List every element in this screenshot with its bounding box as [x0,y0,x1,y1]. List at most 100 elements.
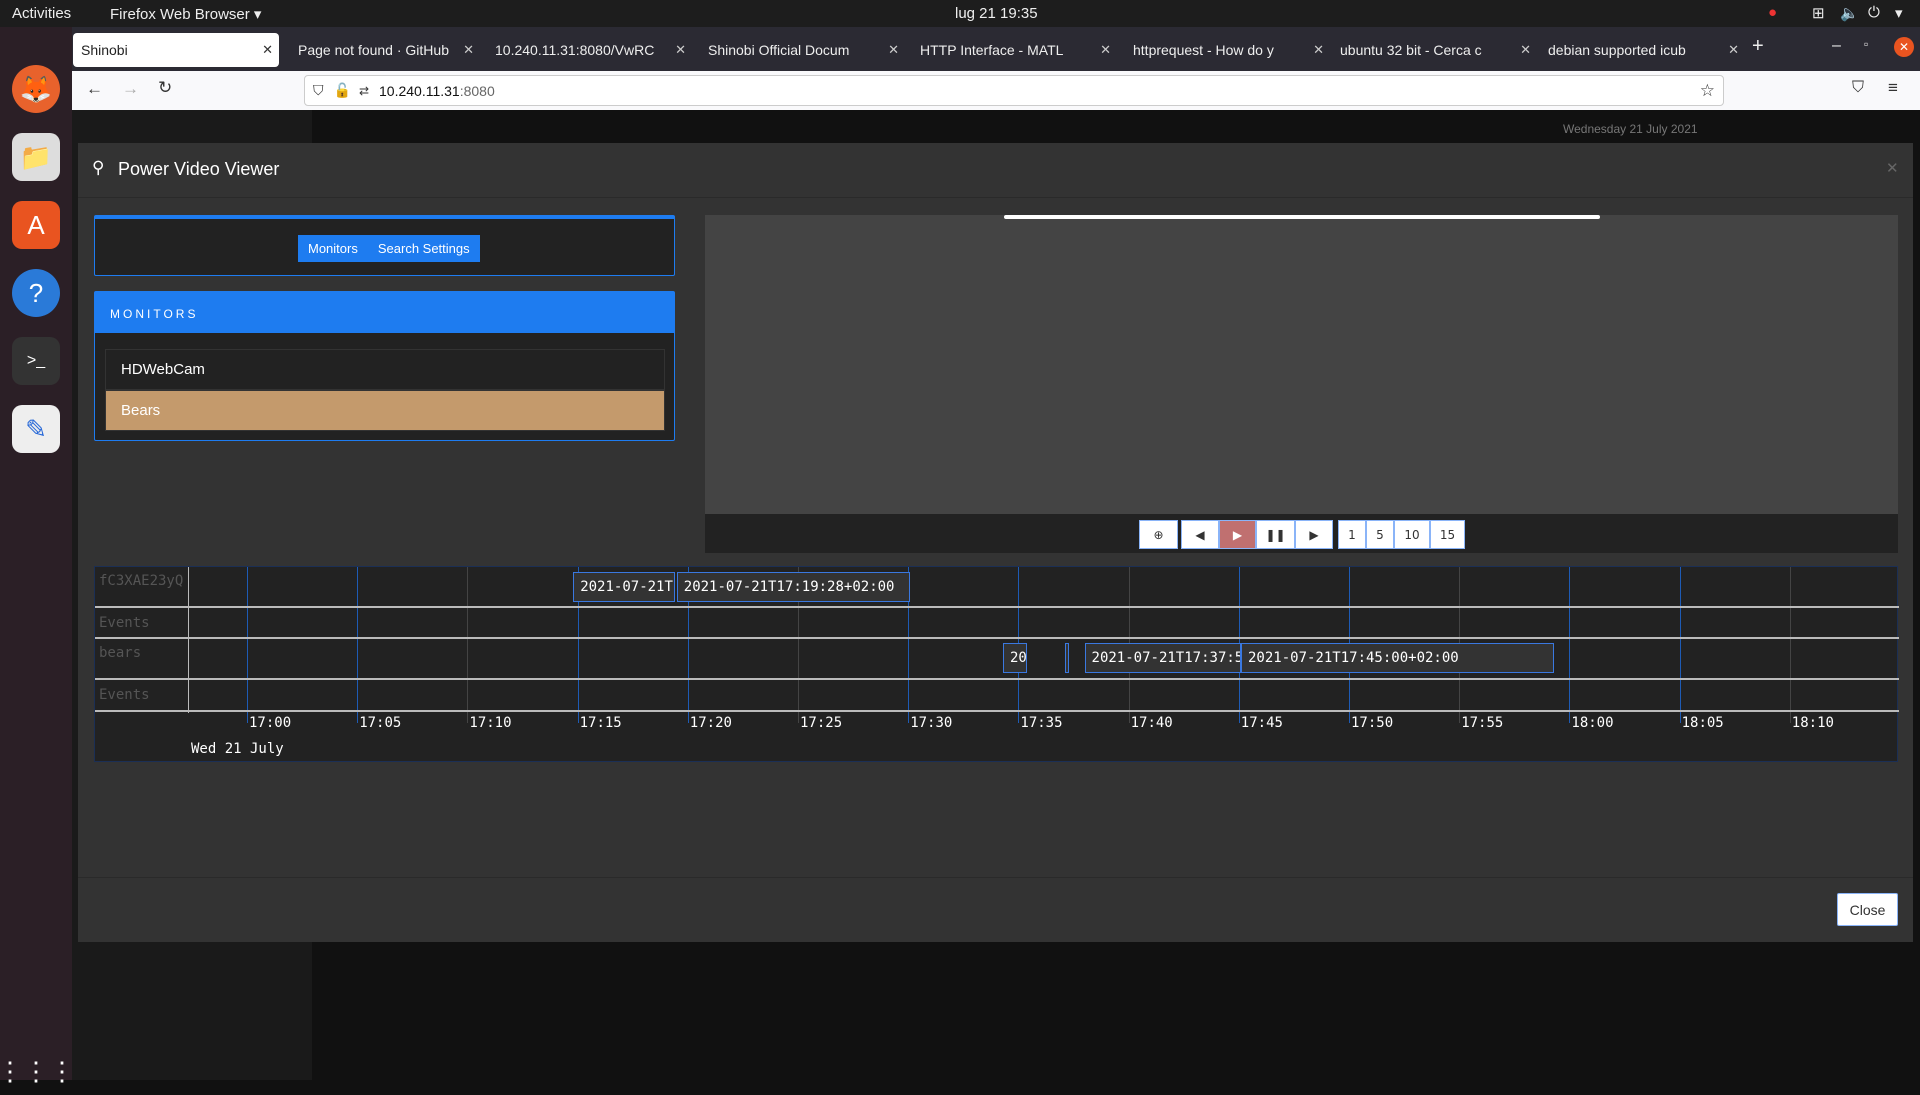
speed-5-button[interactable]: 5 [1366,520,1394,549]
tab-shinobi[interactable]: Shinobi ✕ [73,33,279,67]
view-switch-group: Monitors Search Settings [298,235,480,262]
speed-15-button[interactable]: 15 [1430,520,1465,549]
terminal-icon[interactable]: >_ [12,337,60,385]
monitors-button[interactable]: Monitors [298,235,368,262]
row-label: Events [99,615,150,631]
speed-1-button[interactable]: 1 [1338,520,1366,549]
circle-left-icon[interactable]: ◀ [1181,520,1219,549]
close-button[interactable]: Close [1837,893,1898,926]
tab-github[interactable]: Page not found · GitHub ✕ [290,33,480,67]
row-divider [95,637,1899,639]
tab-httprequest[interactable]: httprequest - How do y ✕ [1125,33,1330,67]
timeline[interactable]: 17:00 17:05 17:10 17:15 17:20 17:25 17:30 17:35… [94,566,1899,762]
grid-line [467,567,469,723]
recording-item[interactable]: 2021-07-21T17:45:00+02:00 [1241,643,1554,673]
row-label: Events [99,687,150,703]
tab-url[interactable]: 10.240.11.31:8080/VwRC ✕ [487,33,692,67]
maximize-icon[interactable]: ▫ [1864,37,1868,51]
url-bar[interactable]: ⛉ 🔓 ⇄ 10.240.11.31:8080 ☆ [304,75,1724,106]
close-tab-icon[interactable]: ✕ [1100,42,1111,58]
grid-line [1789,567,1791,723]
close-tab-icon[interactable]: ✕ [1520,42,1531,58]
forward-icon[interactable]: → [122,79,139,99]
grid-line [1569,567,1571,723]
tab-shinobi-docs[interactable]: Shinobi Official Docum ✕ [700,33,905,67]
monitor-item-bears[interactable]: Bears [105,390,665,431]
app-menu[interactable]: Firefox Web Browser ▾ [110,5,261,23]
insecure-lock-icon[interactable]: 🔓 [334,82,351,99]
speed-10-button[interactable]: 10 [1394,520,1430,549]
clock[interactable]: lug 21 19:35 [955,5,1038,22]
time-tick-label: 17:55 [1461,715,1504,731]
pause-icon[interactable]: ❚❚ [1256,520,1295,549]
system-menu-icon[interactable]: ▾ [1895,4,1903,22]
time-tick-label: 18:00 [1571,715,1614,731]
play-icon[interactable]: ▶ [1219,520,1256,549]
permissions-icon[interactable]: ⇄ [359,84,369,98]
time-tick-label: 17:45 [1240,715,1283,731]
files-icon[interactable]: 📁 [12,133,60,181]
power-video-viewer-modal: ⚲ Power Video Viewer ✕ Monitors Search S… [78,143,1913,942]
close-tab-icon[interactable]: ✕ [1728,42,1739,58]
view-switch-panel: Monitors Search Settings [94,215,675,276]
video-progress-bar[interactable] [1004,215,1600,219]
grid-line [357,567,359,723]
recording-item[interactable]: 2021-07-21T17:14:48+02:00 [573,572,675,602]
minimize-icon[interactable]: – [1832,37,1841,55]
tab-debian[interactable]: debian supported icub ✕ [1540,33,1745,67]
close-window-icon[interactable]: ✕ [1894,37,1914,57]
close-tab-icon[interactable]: ✕ [888,42,899,58]
close-tab-icon[interactable]: ✕ [463,42,474,58]
shield-icon[interactable]: ⛉ [313,82,324,99]
row-divider [95,710,1899,712]
activities-button[interactable]: Activities [12,5,71,22]
row-divider [95,678,1899,680]
help-icon[interactable]: ? [12,269,60,317]
time-tick-label: 18:05 [1681,715,1724,731]
software-icon[interactable]: A [12,201,60,249]
header-date: Wednesday 21 July 2021 [1563,122,1698,136]
recording-item[interactable]: 2021-07-21T17:37:5 [1084,643,1241,673]
tab-label: Shinobi [81,42,128,58]
playback-controls: ⊕ ◀ ▶ ❚❚ ▶ 1 5 10 15 [705,514,1898,553]
monitor-item-hdwebcam[interactable]: HDWebCam [105,349,665,390]
recording-item[interactable] [1064,643,1070,673]
tab-matlab[interactable]: HTTP Interface - MATL ✕ [912,33,1117,67]
zoom-in-icon[interactable]: ⊕ [1139,520,1178,549]
close-tab-icon[interactable]: ✕ [1313,42,1324,58]
time-tick-label: 17:15 [579,715,622,731]
recording-item[interactable]: 2021-07-21T17:19:28+02:00 [676,572,911,602]
circle-right-icon[interactable]: ▶ [1295,520,1333,549]
alert-icon[interactable]: ● [1768,4,1777,21]
power-icon[interactable]: ⏻ [1868,4,1880,21]
tab-label: Page not found · GitHub [298,42,449,58]
search-settings-button[interactable]: Search Settings [367,235,480,262]
nav-bar: ← → ↻ ⛉ 🔓 ⇄ 10.240.11.31:8080 ☆ ⛉ ≡ [72,71,1920,110]
monitors-header: MONITORS [95,292,674,333]
time-tick-label: 17:25 [800,715,843,731]
tab-ubuntu[interactable]: ubuntu 32 bit - Cerca c ✕ [1332,33,1537,67]
time-tick-label: 17:35 [1020,715,1063,731]
show-apps-icon[interactable]: ⋮⋮⋮ [0,1047,75,1095]
tab-label: ubuntu 32 bit - Cerca c [1340,42,1482,58]
network-icon[interactable]: ⊞ [1812,4,1825,22]
video-player[interactable] [705,215,1898,514]
back-icon[interactable]: ← [86,79,103,99]
bookmark-star-icon[interactable]: ☆ [1700,81,1715,101]
tab-label: debian supported icub [1548,42,1686,58]
volume-icon[interactable]: 🔈 [1840,4,1859,22]
modal-close-icon[interactable]: ✕ [1886,159,1899,177]
new-tab-icon[interactable]: + [1752,35,1764,58]
firefox-icon[interactable]: 🦊 [12,65,60,113]
pocket-icon[interactable]: ⛉ [1852,79,1864,97]
app-name: Firefox Web Browser [110,6,250,23]
reload-icon[interactable]: ↻ [158,78,172,98]
menu-icon[interactable]: ≡ [1888,78,1898,98]
tab-label: 10.240.11.31:8080/VwRC [495,42,655,58]
timeline-date-label: Wed 21 July [191,741,284,757]
text-editor-icon[interactable]: ✎ [12,405,60,453]
modal-title: Power Video Viewer [118,159,280,179]
close-tab-icon[interactable]: ✕ [262,42,273,58]
close-tab-icon[interactable]: ✕ [675,42,686,58]
recording-item[interactable]: 2021-07-21T17:34 [1002,643,1028,673]
